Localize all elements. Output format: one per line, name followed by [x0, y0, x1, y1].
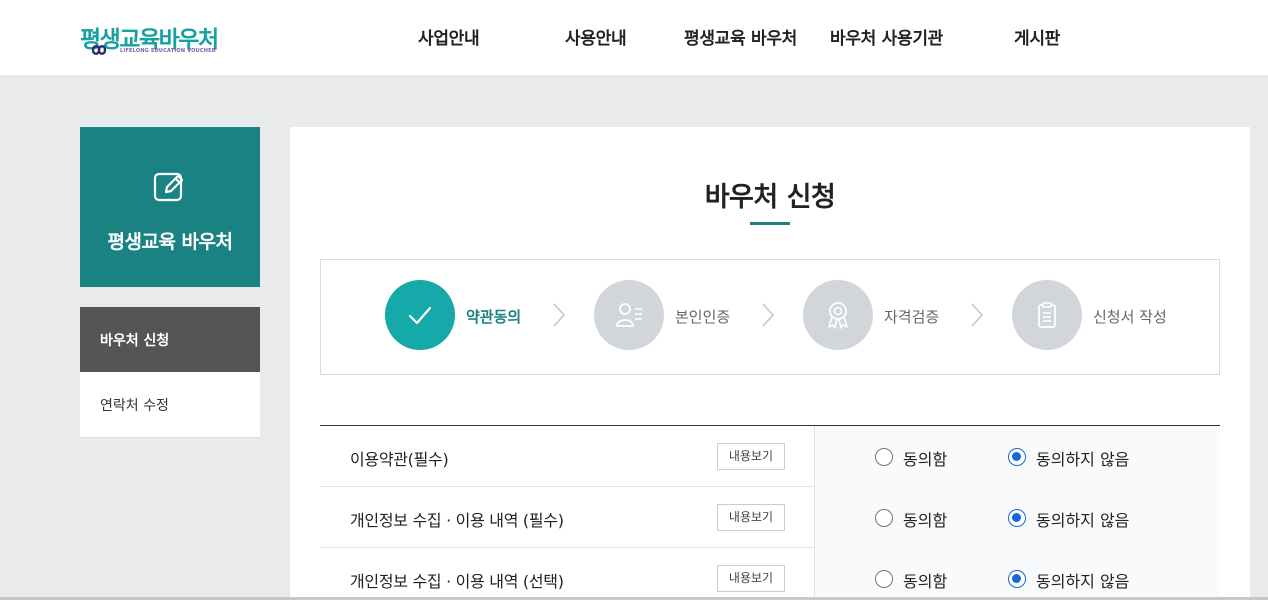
step-4-label: 신청서 작성	[1093, 308, 1167, 326]
step-3-label: 자격검증	[884, 308, 940, 326]
view-terms-button[interactable]: 내용보기	[717, 565, 785, 592]
view-terms-button[interactable]: 내용보기	[717, 504, 785, 531]
agree-radio[interactable]	[875, 509, 893, 527]
chevron-right-icon	[553, 303, 566, 327]
disagree-radio[interactable]	[1008, 448, 1026, 466]
check-icon	[408, 306, 432, 325]
disagree-radio[interactable]	[1008, 570, 1026, 588]
site-header: 평생교육바우처 LIFELONG EDUCATION VOUCHER 사업안내 …	[0, 0, 1268, 75]
disagree-label[interactable]: 동의하지 않음	[1036, 446, 1129, 470]
term-title: 이용약관(필수)	[350, 450, 449, 469]
page-title: 바우처 신청	[704, 182, 836, 213]
sidebar-item-voucher-apply[interactable]: 바우처 신청	[80, 307, 260, 372]
terms-row: 개인정보 수집 · 이용 내역 (선택) 내용보기 동의함 동의하지 않음	[320, 548, 1220, 600]
sidebar-item-label: 연락처 수정	[100, 397, 169, 414]
disagree-label[interactable]: 동의하지 않음	[1036, 568, 1129, 592]
agree-radio[interactable]	[875, 570, 893, 588]
sidebar-menu: 바우처 신청 연락처 수정	[80, 307, 260, 438]
sidebar-hero-title: 평생교육 바우처	[107, 231, 233, 253]
award-icon	[828, 302, 848, 329]
term-title: 개인정보 수집 · 이용 내역 (필수)	[350, 511, 564, 530]
edit-icon	[153, 172, 184, 202]
step-progress: 약관동의 본인인증 자격검증 신청서 작성	[320, 259, 1220, 375]
terms-row: 개인정보 수집 · 이용 내역 (필수) 내용보기 동의함 동의하지 않음	[320, 487, 1220, 548]
terms-table: 이용약관(필수) 내용보기 동의함 동의하지 않음 개인정보 수집 · 이용 내…	[320, 425, 1220, 600]
nav-item-board[interactable]: 게시판	[1014, 24, 1060, 49]
step-2-label: 본인인증	[675, 308, 731, 326]
disagree-label[interactable]: 동의하지 않음	[1036, 507, 1129, 531]
document-icon	[1038, 302, 1056, 328]
nav-item-business[interactable]: 사업안내	[418, 24, 480, 49]
step-1-label: 약관동의	[466, 308, 522, 326]
terms-row: 이용약관(필수) 내용보기 동의함 동의하지 않음	[320, 426, 1220, 487]
step-2-circle	[594, 280, 664, 350]
nav-item-institutions[interactable]: 바우처 사용기관	[830, 24, 943, 49]
infinity-logo-icon	[92, 45, 107, 55]
agree-radio[interactable]	[875, 448, 893, 466]
nav-item-usage[interactable]: 사용안내	[565, 24, 627, 49]
main-content: 바우처 신청 약관동의 본인인증 자격검증 신청서 작성 이용약관(필수) 내용…	[290, 127, 1250, 600]
title-underline	[750, 222, 790, 225]
person-id-icon	[616, 303, 642, 327]
step-3-circle	[803, 280, 873, 350]
step-4-circle	[1012, 280, 1082, 350]
agree-label[interactable]: 동의함	[903, 446, 947, 470]
logo-subtext: LIFELONG EDUCATION VOUCHER	[120, 48, 216, 54]
agree-label[interactable]: 동의함	[903, 568, 947, 592]
chevron-right-icon	[971, 303, 984, 327]
sidebar-item-label: 바우처 신청	[100, 332, 170, 349]
disagree-radio[interactable]	[1008, 509, 1026, 527]
sidebar-item-contact-edit[interactable]: 연락처 수정	[80, 372, 260, 438]
site-logo[interactable]: 평생교육바우처 LIFELONG EDUCATION VOUCHER	[80, 20, 220, 56]
step-1-circle	[385, 280, 455, 350]
nav-item-voucher[interactable]: 평생교육 바우처	[684, 24, 797, 49]
view-terms-button[interactable]: 내용보기	[717, 443, 785, 470]
chevron-right-icon	[762, 303, 775, 327]
agree-label[interactable]: 동의함	[903, 507, 947, 531]
term-title: 개인정보 수집 · 이용 내역 (선택)	[350, 572, 564, 591]
sidebar-hero: 평생교육 바우처	[80, 127, 260, 287]
